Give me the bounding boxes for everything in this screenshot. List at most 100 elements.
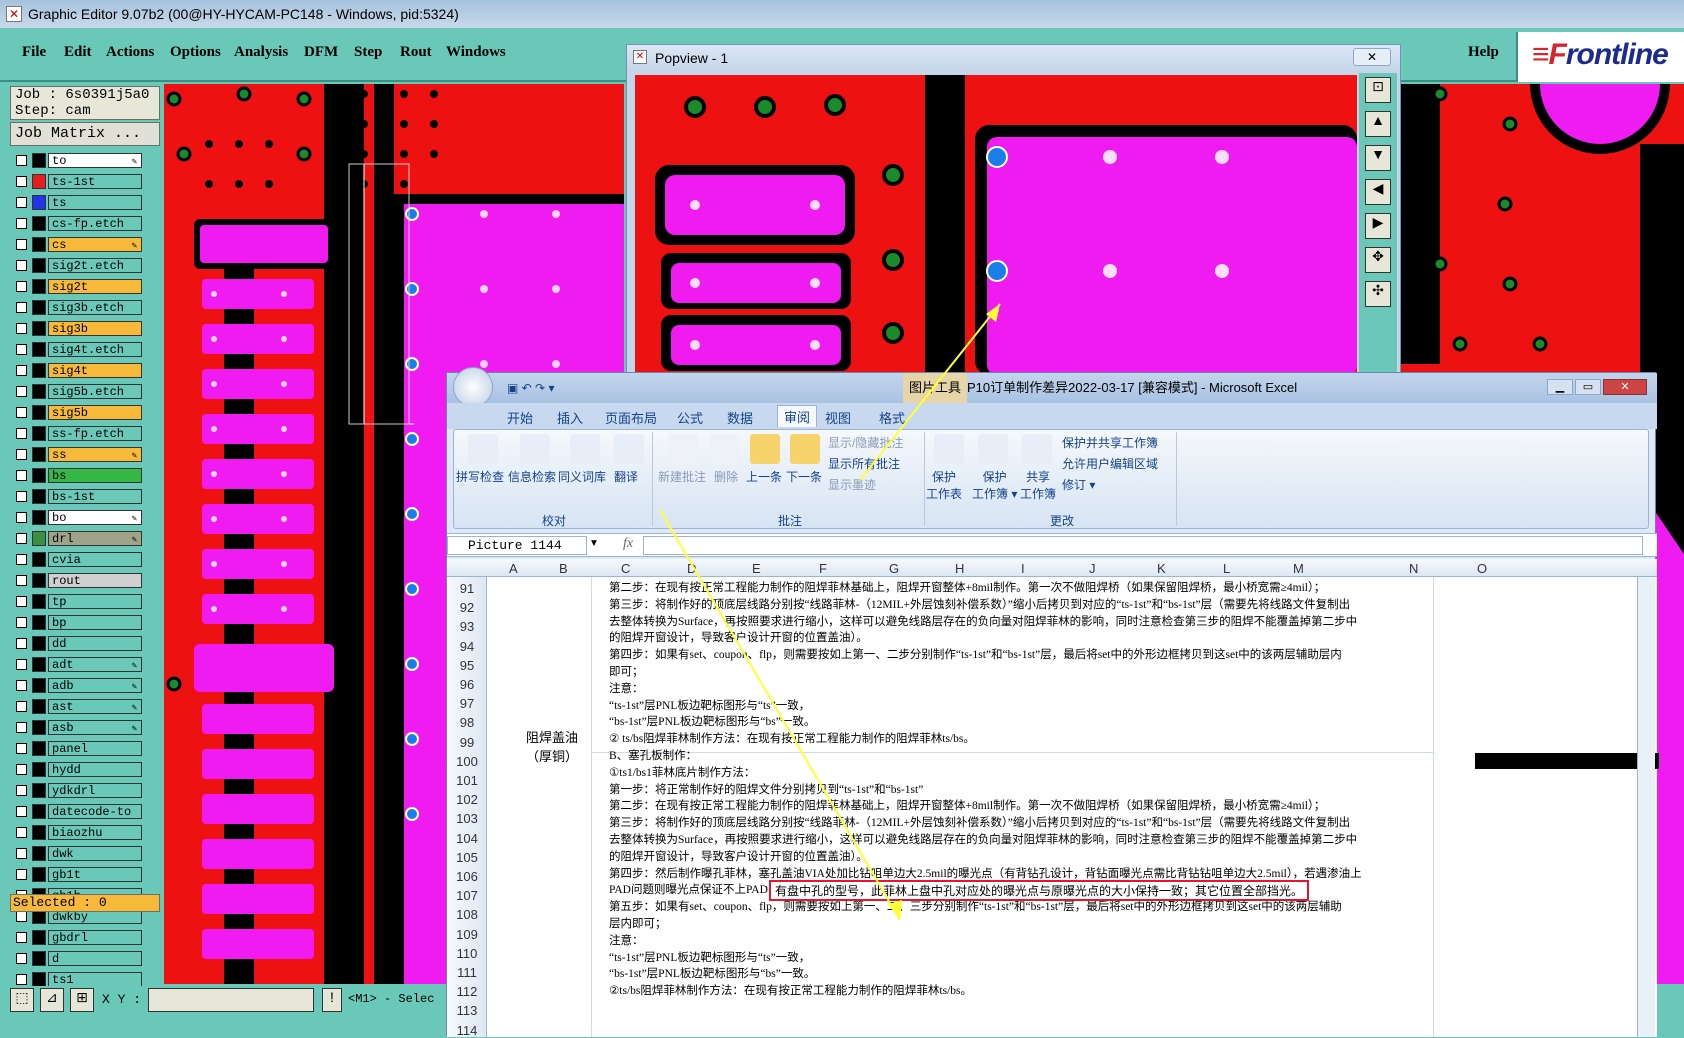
layer-checkbox[interactable] [16, 722, 27, 733]
row-header[interactable]: 97 [451, 696, 483, 711]
layer-row[interactable]: bs [12, 467, 144, 484]
layer-name[interactable]: asb ✎ [48, 720, 142, 735]
popview-close-button[interactable]: ✕ [1353, 48, 1391, 66]
layer-checkbox[interactable] [16, 659, 27, 670]
row-header[interactable]: 98 [451, 715, 483, 730]
column-header[interactable]: O [1477, 561, 1487, 576]
layer-name[interactable]: adt ✎ [48, 657, 142, 672]
row-header[interactable]: 107 [451, 888, 483, 903]
layer-checkbox[interactable] [16, 428, 27, 439]
layer-row[interactable]: asb ✎ [12, 719, 144, 736]
layer-checkbox[interactable] [16, 701, 27, 712]
layer-name[interactable]: ydkdrl [48, 783, 142, 798]
layer-name[interactable]: ss-fp.etch [48, 426, 142, 441]
layer-checkbox[interactable] [16, 281, 27, 292]
layer-checkbox[interactable] [16, 617, 27, 628]
layer-name[interactable]: gbdrl [48, 930, 142, 945]
layer-checkbox[interactable] [16, 974, 27, 985]
column-header[interactable]: L [1223, 561, 1230, 576]
layer-checkbox[interactable] [16, 155, 27, 166]
formula-input[interactable] [643, 536, 1643, 555]
menu-help[interactable]: Help [1468, 44, 1499, 61]
layer-name[interactable]: sig5b.etch [48, 384, 142, 399]
layer-row[interactable]: sig4t.etch [12, 341, 144, 358]
row-header[interactable]: 110 [451, 946, 483, 961]
menu-analysis[interactable]: Analysis [234, 44, 288, 61]
worksheet[interactable]: 阻焊盖油 （厚铜） 第二步：在现有按正常工程能力制作的阻焊菲林基础上，阻焊开窗整… [487, 577, 1659, 1037]
layer-row[interactable]: bo ✎ [12, 509, 144, 526]
layer-name[interactable]: sig2t [48, 279, 142, 294]
menu-rout[interactable]: Rout [400, 44, 432, 61]
select-tool-icon[interactable]: ⬚ [10, 988, 34, 1012]
layer-row[interactable]: biaozhu [12, 824, 144, 841]
layer-name[interactable]: sig2t.etch [48, 258, 142, 273]
layer-row[interactable]: gbdrl [12, 929, 144, 946]
layer-checkbox[interactable] [16, 218, 27, 229]
row-header[interactable]: 94 [451, 639, 483, 654]
pan-down-icon[interactable]: ▼ [1365, 145, 1391, 171]
layer-checkbox[interactable] [16, 491, 27, 502]
layer-row[interactable]: d [12, 950, 144, 967]
layer-row[interactable]: bp [12, 614, 144, 631]
zoom-fit-icon[interactable]: ⊡ [1365, 77, 1391, 103]
menu-edit[interactable]: Edit [64, 44, 92, 61]
row-header[interactable]: 104 [451, 831, 483, 846]
layer-checkbox[interactable] [16, 869, 27, 880]
layer-name[interactable]: datecode-to [48, 804, 142, 819]
name-box-dropdown-icon[interactable]: ▼ [589, 538, 599, 549]
office-button-icon[interactable] [453, 367, 493, 407]
menu-dfm[interactable]: DFM [304, 44, 338, 61]
layer-row[interactable]: sig2t.etch [12, 257, 144, 274]
column-header[interactable]: K [1157, 561, 1166, 576]
layer-row[interactable]: sig5b.etch [12, 383, 144, 400]
next-comment-button[interactable]: 下一条 [786, 468, 822, 485]
menu-windows[interactable]: Windows [446, 44, 506, 61]
minimize-button[interactable]: ▁ [1547, 379, 1573, 395]
protect-sheet-button[interactable]: 保护 工作表 [926, 468, 962, 502]
thesaurus-button[interactable]: 同义词库 [558, 468, 606, 485]
column-header[interactable]: N [1409, 561, 1418, 576]
layer-checkbox[interactable] [16, 554, 27, 565]
row-header[interactable]: 100 [451, 754, 483, 769]
column-header[interactable]: H [955, 561, 964, 576]
layer-row[interactable]: sig3b.etch [12, 299, 144, 316]
ribbon-tab[interactable]: 格式 [879, 408, 905, 427]
pan-up-icon[interactable]: ▲ [1365, 111, 1391, 137]
layer-row[interactable]: ss-fp.etch [12, 425, 144, 442]
xy-input[interactable] [148, 988, 314, 1012]
layer-checkbox[interactable] [16, 848, 27, 859]
layer-name[interactable]: dwk [48, 846, 142, 861]
layer-checkbox[interactable] [16, 449, 27, 460]
layer-name[interactable]: tp [48, 594, 142, 609]
ribbon-tab[interactable]: 视图 [825, 408, 851, 427]
layer-name[interactable]: sig4t [48, 363, 142, 378]
column-header[interactable]: F [819, 561, 827, 576]
row-header[interactable]: 95 [451, 658, 483, 673]
layer-checkbox[interactable] [16, 932, 27, 943]
layer-checkbox[interactable] [16, 323, 27, 334]
layer-checkbox[interactable] [16, 176, 27, 187]
row-header[interactable]: 114 [451, 1023, 483, 1038]
highlighted-note[interactable]: 有盘中孔的型号，此菲林上盘中孔对应处的曝光点与原曝光点的大小保持一致；其它位置全… [769, 880, 1310, 901]
layer-checkbox[interactable] [16, 827, 27, 838]
snap-tool-icon[interactable]: ⊞ [70, 988, 94, 1012]
layer-checkbox[interactable] [16, 407, 27, 418]
layer-row[interactable]: sig3b [12, 320, 144, 337]
layer-row[interactable]: sig2t [12, 278, 144, 295]
layer-checkbox[interactable] [16, 785, 27, 796]
layer-row[interactable]: ast ✎ [12, 698, 144, 715]
layer-row[interactable]: ts [12, 194, 144, 211]
layer-name[interactable]: bp [48, 615, 142, 630]
layer-checkbox[interactable] [16, 365, 27, 376]
layer-row[interactable]: panel [12, 740, 144, 757]
popview-canvas[interactable] [635, 75, 1357, 375]
layer-name[interactable]: sig3b [48, 321, 142, 336]
row-header[interactable]: 101 [451, 773, 483, 788]
row-header[interactable]: 106 [451, 869, 483, 884]
layer-row[interactable]: adb ✎ [12, 677, 144, 694]
ribbon-tab[interactable]: 插入 [557, 408, 583, 427]
column-header[interactable]: J [1089, 561, 1096, 576]
layer-name[interactable]: rout [48, 573, 142, 588]
layer-name[interactable]: bs [48, 468, 142, 483]
layer-name[interactable]: d [48, 951, 142, 966]
